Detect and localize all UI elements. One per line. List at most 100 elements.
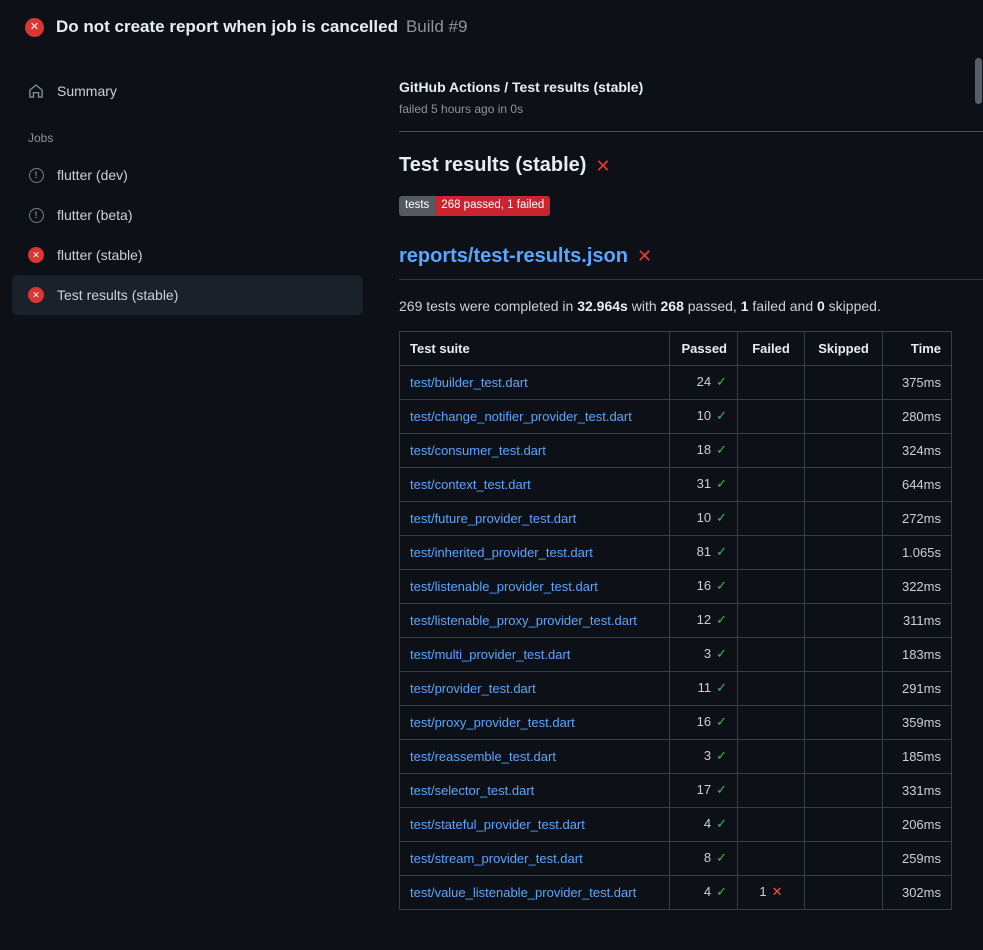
table-row: test/provider_test.dart11✓291ms [400, 671, 952, 705]
table-row: test/stream_provider_test.dart 8✓ 259ms [400, 841, 952, 875]
passed-count: 17 [697, 782, 711, 797]
skipped-cell [805, 365, 883, 399]
sidebar-item-test-results-stable[interactable]: ✕ Test results (stable) [12, 275, 363, 315]
passed-cell: 81✓ [670, 535, 738, 569]
summary-failed-count: 1 [741, 298, 749, 314]
failed-cell [738, 399, 805, 433]
suite-link[interactable]: test/stream_provider_test.dart [410, 851, 583, 866]
vertical-scrollbar-thumb[interactable] [975, 58, 982, 104]
suite-link[interactable]: test/value_listenable_provider_test.dart [410, 885, 636, 900]
suite-link[interactable]: test/context_test.dart [410, 477, 531, 492]
failed-cell [738, 535, 805, 569]
passed-cell: 8✓ [670, 841, 738, 875]
time-cell: 272ms [883, 501, 952, 535]
skipped-cell [805, 603, 883, 637]
suite-cell: test/reassemble_test.dart [400, 739, 670, 773]
summary-text: with [628, 298, 661, 314]
breadcrumb: GitHub Actions / Test results (stable) [399, 79, 983, 95]
suite-cell: test/multi_provider_test.dart [400, 637, 670, 671]
summary-text: 269 tests were completed in [399, 298, 577, 314]
suite-link[interactable]: test/multi_provider_test.dart [410, 647, 570, 662]
check-icon: ✓ [716, 748, 727, 763]
table-row: test/consumer_test.dart 18✓ 324ms [400, 433, 952, 467]
suite-link[interactable]: test/stateful_provider_test.dart [410, 817, 585, 832]
build-title: Do not create report when job is cancell… [56, 17, 398, 37]
skipped-cell [805, 671, 883, 705]
column-header-failed: Failed [738, 331, 805, 365]
time-cell: 183ms [883, 637, 952, 671]
check-icon: ✓ [716, 680, 727, 695]
suite-cell: test/consumer_test.dart [400, 433, 670, 467]
time-cell: 331ms [883, 773, 952, 807]
x-icon: ✕ [772, 884, 783, 899]
results-summary: 269 tests were completed in 32.964s with… [399, 298, 983, 314]
failed-cell [738, 569, 805, 603]
failed-cell [738, 807, 805, 841]
build-header: ✕ Do not create report when job is cance… [0, 0, 983, 47]
suite-link[interactable]: test/change_notifier_provider_test.dart [410, 409, 632, 424]
suite-cell: test/future_provider_test.dart [400, 501, 670, 535]
suite-link[interactable]: test/consumer_test.dart [410, 443, 546, 458]
check-icon: ✓ [716, 816, 727, 831]
column-header-skipped: Skipped [805, 331, 883, 365]
check-run-panel: GitHub Actions / Test results (stable) f… [375, 47, 983, 910]
passed-cell: 18✓ [670, 433, 738, 467]
sidebar-summary-label: Summary [57, 83, 117, 99]
time-cell: 302ms [883, 875, 952, 909]
passed-cell: 4✓ [670, 807, 738, 841]
sidebar-item-flutter-beta[interactable]: ! flutter (beta) [12, 195, 363, 235]
passed-cell: 3✓ [670, 739, 738, 773]
failed-status-icon: ✕ [28, 287, 44, 303]
suite-link[interactable]: test/builder_test.dart [410, 375, 528, 390]
suite-link[interactable]: test/listenable_proxy_provider_test.dart [410, 613, 637, 628]
check-icon: ✓ [716, 442, 727, 457]
passed-cell: 31✓ [670, 467, 738, 501]
passed-count: 10 [697, 510, 711, 525]
suite-link[interactable]: test/inherited_provider_test.dart [410, 545, 593, 560]
passed-count: 3 [704, 646, 711, 661]
build-title-wrap: Do not create report when job is cancell… [56, 17, 467, 37]
suite-cell: test/value_listenable_provider_test.dart [400, 875, 670, 909]
tests-badge: tests 268 passed, 1 failed [399, 196, 550, 216]
report-file-link[interactable]: reports/test-results.json [399, 245, 628, 268]
check-icon: ✓ [716, 646, 727, 661]
time-cell: 324ms [883, 433, 952, 467]
time-cell: 185ms [883, 739, 952, 773]
sidebar-item-summary[interactable]: Summary [12, 71, 363, 111]
passed-count: 4 [704, 816, 711, 831]
failed-cell [738, 365, 805, 399]
failed-cell [738, 739, 805, 773]
table-row: test/listenable_provider_test.dart16✓322… [400, 569, 952, 603]
passed-cell: 11✓ [670, 671, 738, 705]
sidebar-item-flutter-dev[interactable]: ! flutter (dev) [12, 155, 363, 195]
skipped-cell [805, 535, 883, 569]
suite-link[interactable]: test/listenable_provider_test.dart [410, 579, 598, 594]
table-row: test/listenable_proxy_provider_test.dart… [400, 603, 952, 637]
skipped-cell [805, 705, 883, 739]
jobs-heading: Jobs [12, 111, 363, 155]
column-header-time: Time [883, 331, 952, 365]
skipped-cell [805, 501, 883, 535]
suite-cell: test/change_notifier_provider_test.dart [400, 399, 670, 433]
passed-count: 12 [697, 612, 711, 627]
check-icon: ✓ [716, 374, 727, 389]
check-icon: ✓ [716, 544, 727, 559]
passed-count: 16 [697, 714, 711, 729]
check-icon: ✓ [716, 782, 727, 797]
sidebar-item-flutter-stable[interactable]: ✕ flutter (stable) [12, 235, 363, 275]
suite-link[interactable]: test/future_provider_test.dart [410, 511, 576, 526]
passed-cell: 16✓ [670, 705, 738, 739]
suite-link[interactable]: test/selector_test.dart [410, 783, 534, 798]
time-cell: 259ms [883, 841, 952, 875]
suite-link[interactable]: test/proxy_provider_test.dart [410, 715, 575, 730]
time-cell: 644ms [883, 467, 952, 501]
sidebar-job-label: Test results (stable) [57, 287, 178, 303]
suite-cell: test/listenable_provider_test.dart [400, 569, 670, 603]
passed-count: 10 [697, 408, 711, 423]
suite-link[interactable]: test/reassemble_test.dart [410, 749, 556, 764]
skipped-cell [805, 637, 883, 671]
checks-sidebar: Summary Jobs ! flutter (dev) ! flutter (… [0, 47, 375, 315]
suite-cell: test/selector_test.dart [400, 773, 670, 807]
run-meta: failed 5 hours ago in 0s [399, 102, 983, 116]
suite-link[interactable]: test/provider_test.dart [410, 681, 536, 696]
